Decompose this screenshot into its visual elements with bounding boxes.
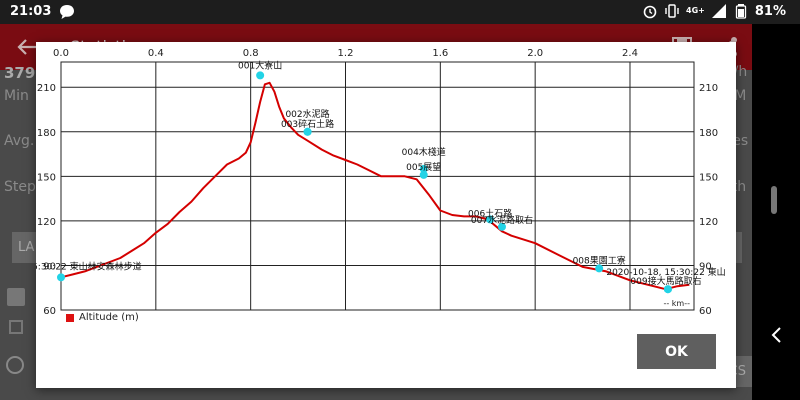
bg-text: 379 [4,64,36,82]
x-tick-label: 0.8 [243,48,259,59]
message-notification-icon [60,5,74,19]
altitude-chart: 0.0 0.4 0.8 1.2 1.6 2.0 2.460 6090 90120 120150 15… [36,48,726,317]
y-tick-label-left: 150 [37,172,56,183]
chart-legend: Altitude (m) [66,312,139,323]
ok-button[interactable]: OK [637,334,716,369]
altitude-dialog: 0.0 0.4 0.8 1.2 1.6 2.0 2.4 60 60 90 90 120 120 150 15… [36,42,736,388]
bg-text: Step [4,179,36,195]
waypoint-label: 001大寮山 [238,59,282,71]
waypoint-marker [57,273,65,282]
waypoint-label: 002水泥路 [285,108,329,120]
waypoint-label: 007水泥路取右 [471,214,533,226]
y-tick-label-right: 210 [699,83,718,94]
waypoint-label: 004木棧道 [402,146,446,158]
x-tick-label: 1.2 [338,48,354,59]
x-tick-label: 2.0 [527,48,543,59]
status-clock: 21:03 [10,4,52,19]
network-type-label: 4G+ [686,6,705,15]
signal-icon [711,4,726,18]
y-tick-label-right: 60 [699,306,712,317]
y-tick-label-right: 120 [699,217,718,228]
legend-swatch [66,313,74,322]
nav-back-icon[interactable] [770,327,782,343]
status-bar: 21:03 4G+ 81% [0,0,800,24]
legend-label: Altitude (m) [79,312,139,323]
waypoint-marker [256,71,265,80]
y-tick-label-left: 60 [43,306,56,317]
y-tick-label-right: 180 [699,128,718,139]
y-tick-label-left: 120 [37,217,56,228]
bg-text: Avg. [4,133,35,149]
waypoint-label: 009接大馬路取右 [630,275,701,287]
battery-icon [735,4,747,19]
back-arrow-icon[interactable] [16,36,38,58]
y-tick-label-left: 210 [37,83,56,94]
scrollbar-thumb[interactable] [771,186,777,214]
x-tick-label: 0.0 [53,48,69,59]
bg-checkbox [7,288,25,306]
waypoint-label: 005展望 [406,161,441,173]
bg-checkbox-empty [9,320,23,334]
bg-text: Min [4,88,29,104]
y-tick-label-right: 150 [699,172,718,183]
x-tick-label: 2.4 [622,48,638,59]
x-tick-label: 0.4 [148,48,164,59]
y-tick-label-left: 180 [37,128,56,139]
waypoint-label: 008果園工寮 [573,254,626,266]
alarm-icon [643,5,657,19]
bg-radio [6,356,24,374]
waypoint-label: 15:30:22 東山林安森林步道 [36,260,142,272]
waypoint-label: 003碎石土路 [281,118,334,130]
x-unit-label: -- km-- [663,299,690,308]
vibrate-icon [665,4,679,18]
x-tick-label: 1.6 [432,48,448,59]
battery-percent: 81% [754,3,786,19]
